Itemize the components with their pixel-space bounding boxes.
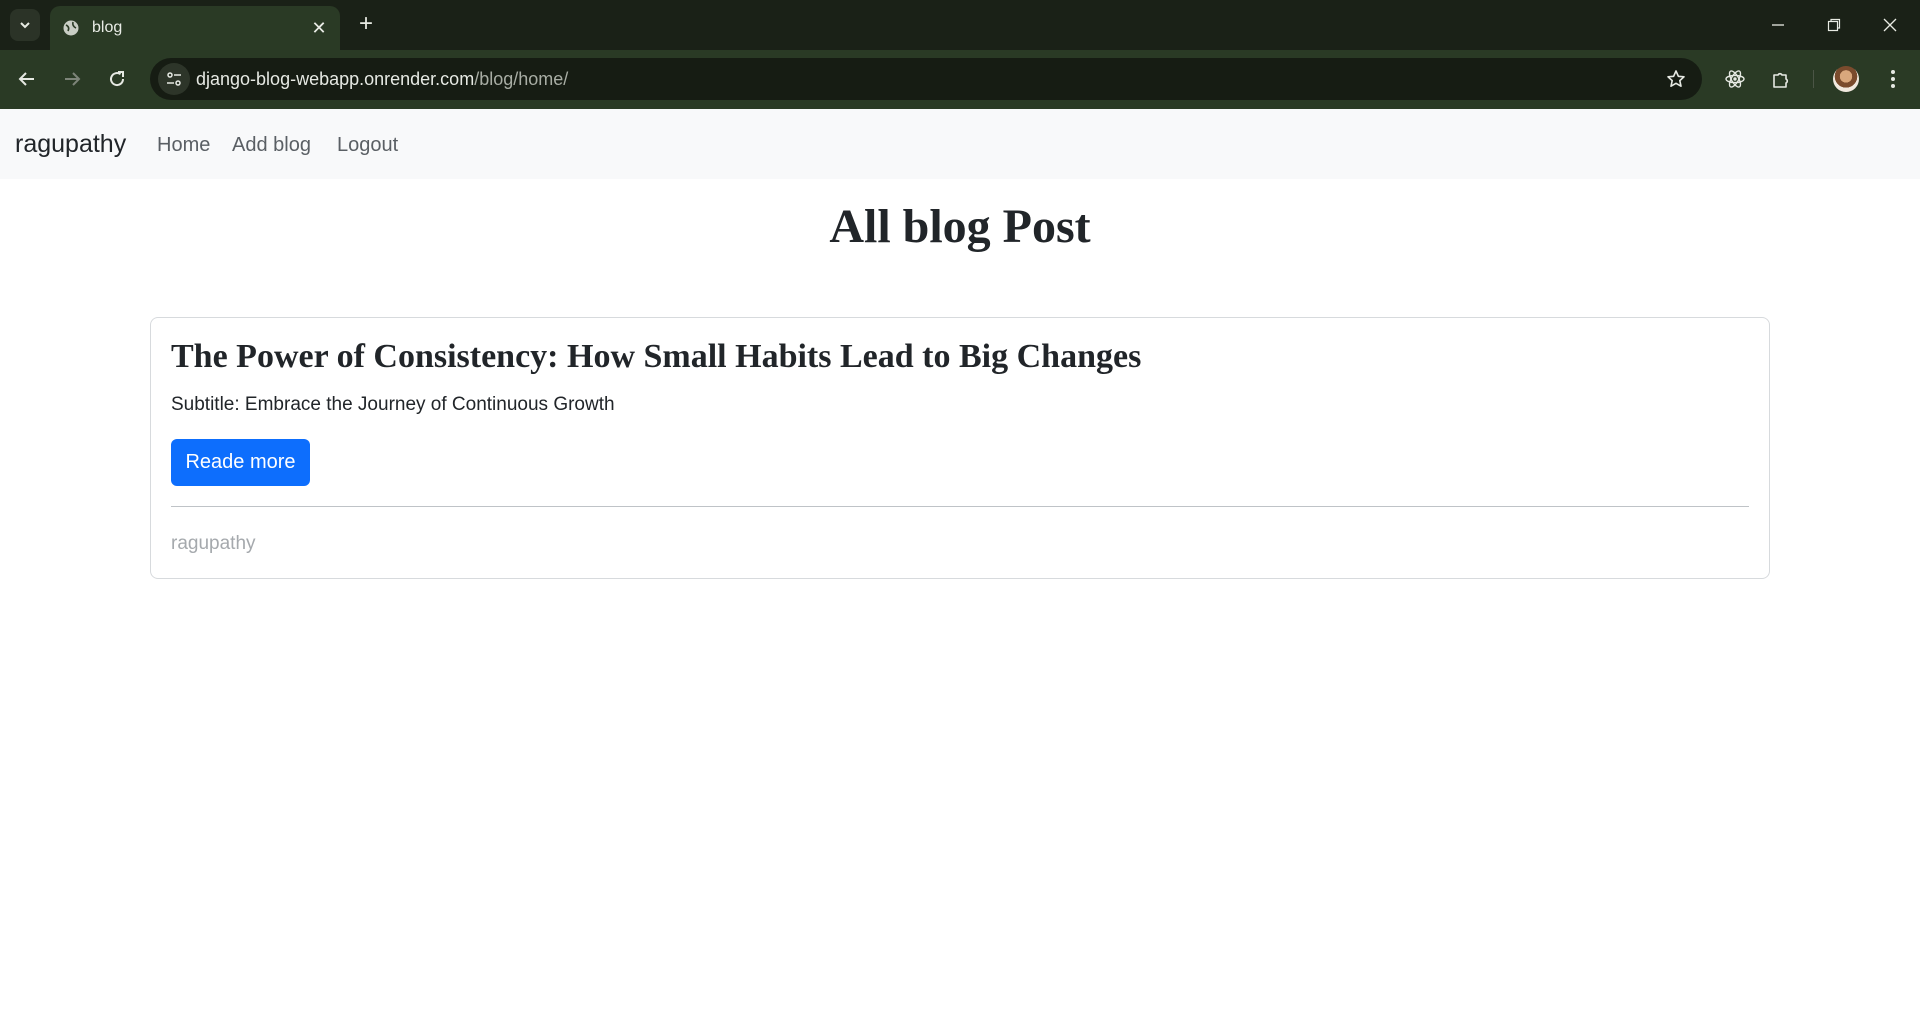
url-text: django-blog-webapp.onrender.com/blog/hom… bbox=[196, 69, 568, 90]
back-icon bbox=[18, 72, 34, 86]
forward-button[interactable] bbox=[55, 62, 89, 96]
tab-search-button[interactable] bbox=[10, 9, 40, 41]
forward-icon bbox=[65, 72, 81, 86]
restore-button[interactable] bbox=[1806, 0, 1862, 50]
new-tab-button[interactable]: + bbox=[352, 11, 380, 39]
close-tab-icon[interactable]: ✕ bbox=[306, 15, 332, 41]
browser-tab-strip: blog ✕ + bbox=[0, 0, 1920, 50]
chevron-down-icon bbox=[20, 22, 30, 29]
page-title: All blog Post bbox=[829, 200, 1091, 253]
restore-icon bbox=[1827, 18, 1841, 32]
globe-icon bbox=[62, 19, 80, 37]
divider bbox=[171, 506, 1749, 507]
tab-title: blog bbox=[92, 19, 123, 36]
reload-icon bbox=[110, 71, 125, 87]
post-title: The Power of Consistency: How Small Habi… bbox=[171, 338, 1142, 375]
toolbar-separator bbox=[1813, 70, 1814, 88]
profile-avatar[interactable] bbox=[1833, 66, 1859, 92]
close-icon bbox=[1883, 18, 1897, 32]
react-devtools-icon[interactable] bbox=[1718, 62, 1752, 96]
url-path: /blog/home/ bbox=[474, 69, 569, 89]
site-info-icon[interactable] bbox=[158, 63, 190, 95]
minimize-icon bbox=[1772, 24, 1784, 26]
browser-toolbar: django-blog-webapp.onrender.com/blog/hom… bbox=[0, 50, 1920, 109]
extensions-icon[interactable] bbox=[1764, 62, 1798, 96]
minimize-button[interactable] bbox=[1750, 0, 1806, 50]
address-bar[interactable]: django-blog-webapp.onrender.com/blog/hom… bbox=[150, 58, 1702, 100]
nav-link-home[interactable]: Home bbox=[157, 134, 210, 157]
post-author: ragupathy bbox=[171, 533, 256, 554]
browser-tab-active[interactable]: blog ✕ bbox=[50, 6, 340, 50]
url-domain: django-blog-webapp.onrender.com bbox=[196, 69, 475, 89]
reload-button[interactable] bbox=[100, 62, 134, 96]
nav-link-logout[interactable]: Logout bbox=[337, 134, 398, 157]
site-navbar: ragupathy Home Add blog Logout bbox=[0, 109, 1920, 179]
close-window-button[interactable] bbox=[1862, 0, 1918, 50]
star-icon[interactable] bbox=[1664, 67, 1688, 91]
back-button[interactable] bbox=[10, 62, 44, 96]
read-more-button[interactable]: Reade more bbox=[171, 439, 310, 486]
page-viewport: ragupathy Home Add blog Logout All blog … bbox=[0, 109, 1920, 1020]
blog-post-card: The Power of Consistency: How Small Habi… bbox=[150, 317, 1770, 579]
nav-link-add-blog[interactable]: Add blog bbox=[232, 134, 311, 157]
post-subtitle: Subtitle: Embrace the Journey of Continu… bbox=[171, 394, 615, 415]
navbar-brand[interactable]: ragupathy bbox=[15, 130, 126, 159]
more-icon[interactable] bbox=[1876, 62, 1910, 96]
